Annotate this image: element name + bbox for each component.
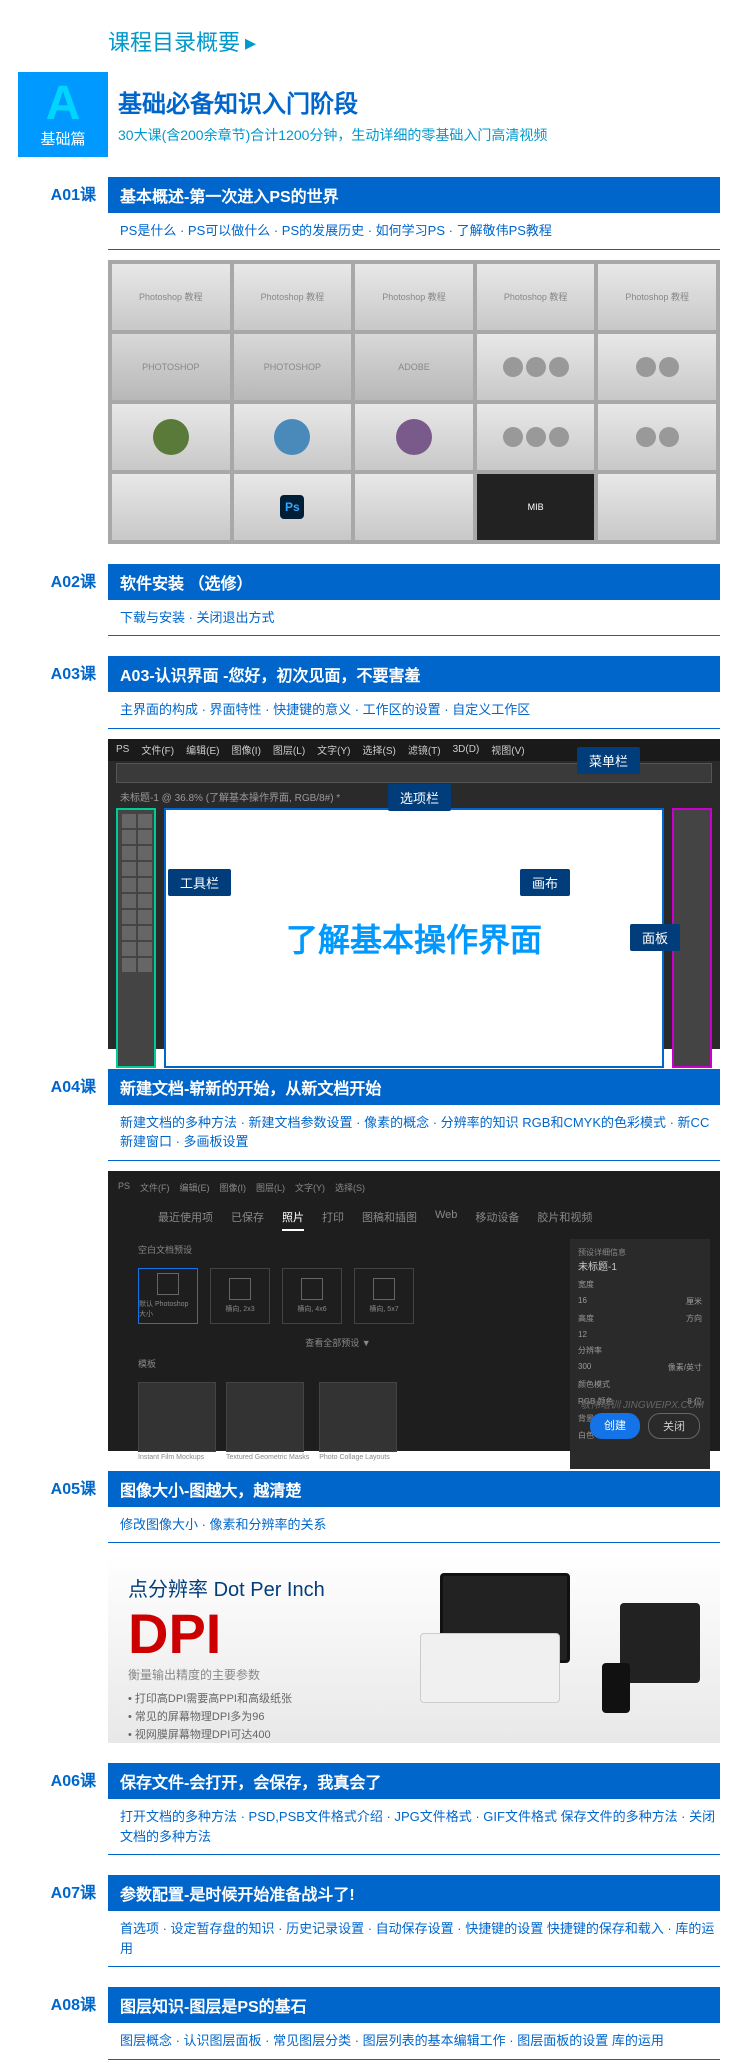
thumb [355,404,473,470]
new-doc-menu: PS文件(F)编辑(E)图像(I)图层(L)文字(Y)选择(S) [118,1181,710,1197]
section-title: 基础必备知识入门阶段 [118,72,750,119]
thumb: Photoshop 教程 [112,264,230,330]
dpi-subtitle: 衡量输出精度的主要参数 [128,1666,420,1683]
label-toolbox: 工具栏 [168,869,231,896]
lesson-label: A03课 [0,656,108,1049]
tab: 最近使用项 [158,1209,213,1231]
lesson-title: 图层知识-图层是PS的基石 [108,1987,720,2023]
lesson-a06: A06课 保存文件-会打开，会保存，我真会了 打开文档的多种方法 · PSD,P… [0,1763,750,1855]
lesson-label: A07课 [0,1875,108,1967]
new-doc-tabs: 最近使用项 已保存 照片 打印 图稿和插图 Web 移动设备 胶片和视频 [118,1197,710,1239]
template: Instant Film Mockups [138,1382,216,1461]
thumb: Photoshop 教程 [355,264,473,330]
thumb [234,404,352,470]
thumb [477,404,595,470]
create-button: 创建 [590,1413,640,1439]
thumb: PHOTOSHOP [112,334,230,400]
preset: 横向, 5x7 [354,1268,414,1324]
lesson-a01: A01课 基本概述-第一次进入PS的世界 PS是什么 · PS可以做什么 · P… [0,177,750,544]
dpi-list: 打印高DPI需要高PPI和高级纸张 常见的屏幕物理DPI多为96 视网膜屏幕物理… [128,1689,420,1743]
lesson-label: A06课 [0,1763,108,1855]
dpi-illustration: 点分辨率 Dot Per Inch DPI 衡量输出精度的主要参数 打印高DPI… [108,1553,720,1743]
thumb [598,334,716,400]
ps-canvas: 了解基本操作界面 [164,808,664,1068]
thumb: Ps [234,474,352,540]
section-desc: 30大课(含200余章节)合计1200分钟，生动详细的零基础入门高清视频 [118,125,750,145]
thumb: MIB [477,474,595,540]
lesson-a08: A08课 图层知识-图层是PS的基石 图层概念 · 认识图层面板 · 常见图层分… [0,1987,750,2060]
thumb: Photoshop 教程 [234,264,352,330]
tab-active: 照片 [282,1209,304,1231]
badge-text: 基础篇 [40,128,85,149]
tab: 胶片和视频 [537,1209,592,1231]
template: Textured Geometric Masks [226,1382,309,1461]
lesson-title: 图像大小-图越大，越清楚 [108,1471,720,1507]
section-badge: A 基础篇 [18,72,108,157]
tab: 图稿和插图 [362,1209,417,1231]
lesson-title: 参数配置-是时候开始准备战斗了! [108,1875,720,1911]
tab: 打印 [322,1209,344,1231]
lesson-title: A03-认识界面 -您好，初次见面，不要害羞 [108,656,720,692]
thumb [598,474,716,540]
lesson-detail: 修改图像大小 · 像素和分辨率的关系 [108,1507,720,1544]
dpi-big-text: DPI [128,1606,420,1662]
ps-toolbox [116,808,156,1068]
section-header: A 基础篇 基础必备知识入门阶段 30大课(含200余章节)合计1200分钟，生… [0,72,750,157]
lesson-detail: 新建文档的多种方法 · 新建文档参数设置 · 像素的概念 · 分辨率的知识 RG… [108,1105,720,1161]
lesson-a07: A07课 参数配置-是时候开始准备战斗了! 首选项 · 设定暂存盘的知识 · 历… [0,1875,750,1967]
new-doc-screenshot: PS文件(F)编辑(E)图像(I)图层(L)文字(Y)选择(S) 最近使用项 已… [108,1171,720,1451]
lesson-detail: 图层概念 · 认识图层面板 · 常见图层分类 · 图层列表的基本编辑工作 · 图… [108,2023,720,2060]
lesson-detail: 打开文档的多种方法 · PSD,PSB文件格式介绍 · JPG文件格式 · GI… [108,1799,720,1855]
thumb: Photoshop 教程 [598,264,716,330]
thumbnail-grid: Photoshop 教程 Photoshop 教程 Photoshop 教程 P… [108,260,720,544]
lesson-a02: A02课 软件安装 （选修） 下载与安装 · 关闭退出方式 [0,564,750,637]
printer2-icon [620,1603,700,1683]
tab: Web [435,1209,457,1231]
ps-interface-screenshot: PS文件(F)编辑(E)图像(I)图层(L)文字(Y)选择(S)滤镜(T)3D(… [108,739,720,1049]
thumb: Photoshop 教程 [477,264,595,330]
thumb [355,474,473,540]
thumb [598,404,716,470]
lesson-title: 基本概述-第一次进入PS的世界 [108,177,720,213]
lesson-a04: A04课 新建文档-崭新的开始，从新文档开始 新建文档的多种方法 · 新建文档参… [0,1069,750,1451]
lesson-title: 新建文档-崭新的开始，从新文档开始 [108,1069,720,1105]
preset: 横向, 2x3 [210,1268,270,1324]
thumb [112,474,230,540]
lesson-label: A05课 [0,1471,108,1744]
lesson-a03: A03课 A03-认识界面 -您好，初次见面，不要害羞 主界面的构成 · 界面特… [0,656,750,1049]
lesson-label: A02课 [0,564,108,637]
lesson-title: 保存文件-会打开，会保存，我真会了 [108,1763,720,1799]
lesson-detail: 下载与安装 · 关闭退出方式 [108,600,720,637]
page-header: 课程目录概要 [0,0,750,72]
lesson-detail: 主界面的构成 · 界面特性 · 快捷键的意义 · 工作区的设置 · 自定义工作区 [108,692,720,729]
thumb [112,404,230,470]
label-menubar: 菜单栏 [577,747,640,774]
preset-selected: 默认 Photoshop 大小 [138,1268,198,1324]
ps-canvas-text: 了解基本操作界面 [286,915,542,961]
template: Photo Collage Layouts [319,1382,397,1461]
label-optionsbar: 选项栏 [388,784,451,811]
label-canvas: 画布 [520,869,570,896]
phone-icon [602,1663,630,1713]
tab: 已保存 [231,1209,264,1231]
lesson-title: 软件安装 （选修） [108,564,720,600]
lesson-a05: A05课 图像大小-图越大，越清楚 修改图像大小 · 像素和分辨率的关系 点分辨… [0,1471,750,1744]
badge-letter: A [46,80,81,128]
lesson-label: A04课 [0,1069,108,1451]
thumb [477,334,595,400]
tab: 移动设备 [475,1209,519,1231]
lesson-detail: 首选项 · 设定暂存盘的知识 · 历史记录设置 · 自动保存设置 · 快捷键的设… [108,1911,720,1967]
preset: 横向, 4x6 [282,1268,342,1324]
lesson-label: A01课 [0,177,108,544]
close-button: 关闭 [648,1413,700,1439]
lesson-detail: PS是什么 · PS可以做什么 · PS的发展历史 · 如何学习PS · 了解敬… [108,213,720,250]
printer-icon [420,1633,560,1703]
dpi-title: 点分辨率 Dot Per Inch [128,1573,420,1602]
watermark: 敬伟培训 JINGWEIPX.COM [580,1396,704,1411]
lesson-label: A08课 [0,1987,108,2060]
thumb: ADOBE [355,334,473,400]
thumb: PHOTOSHOP [234,334,352,400]
label-panel: 面板 [630,924,680,951]
